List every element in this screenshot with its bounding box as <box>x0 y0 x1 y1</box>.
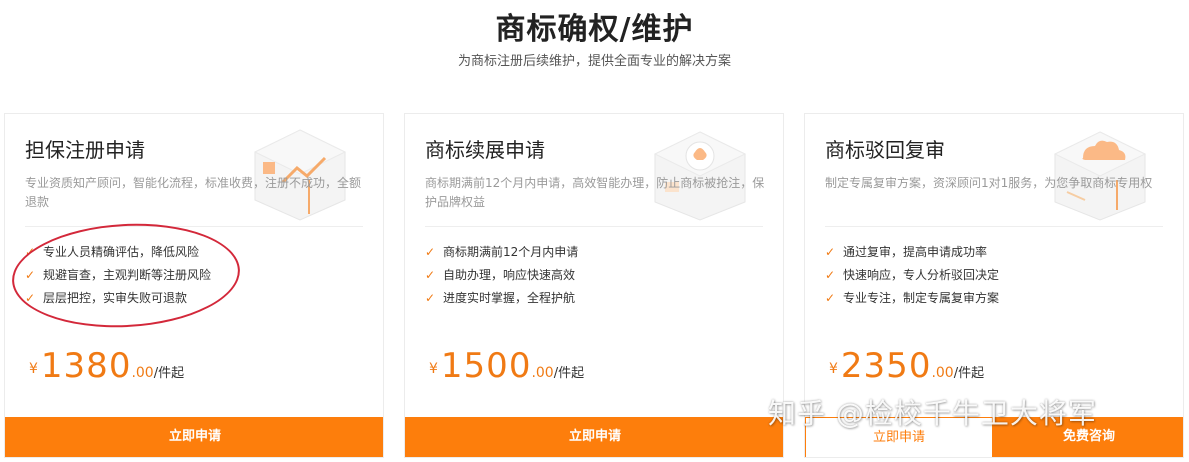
price-unit: /件起 <box>153 366 185 381</box>
feature-text: 快速响应，专人分析驳回决定 <box>843 268 1000 282</box>
feature-text: 规避盲查，主观判断等注册风险 <box>43 268 212 282</box>
price: ¥1500.00/件起 <box>429 346 584 386</box>
feature-text: 商标期满前12个月内申请 <box>443 245 579 259</box>
feature-item: ✓ 专业人员精确评估，降低风险 <box>25 241 211 264</box>
divider <box>25 226 363 227</box>
feature-item: ✓ 规避盲查，主观判断等注册风险 <box>25 264 211 287</box>
card-description: 专业资质知产顾问，智能化流程，标准收费，注册不成功，全额退款 <box>25 176 362 209</box>
check-icon: ✓ <box>425 291 436 305</box>
watermark: 知乎 @检校千牛卫大将军 <box>768 397 1097 430</box>
feature-text: 通过复审，提高申请成功率 <box>843 245 988 259</box>
divider <box>425 226 763 227</box>
card-description: 制定专属复审方案，资深顾问1对1服务，为您争取商标专用权 <box>825 176 1153 190</box>
check-icon: ✓ <box>825 245 836 259</box>
apply-button[interactable]: 立即申请 <box>405 417 783 457</box>
feature-text: 自助办理，响应快速高效 <box>443 268 576 282</box>
cloud-cube-illustration-icon <box>1053 131 1147 221</box>
feature-list: ✓ 通过复审，提高申请成功率 ✓ 快速响应，专人分析驳回决定 ✓ 专业专注，制定专属复… <box>825 241 999 310</box>
divider <box>825 226 1163 227</box>
price-currency: ¥ <box>829 361 838 377</box>
feature-item: ✓ 商标期满前12个月内申请 <box>425 241 578 264</box>
feature-item: ✓ 通过复审，提高申请成功率 <box>825 241 999 264</box>
price-currency: ¥ <box>429 361 438 377</box>
page-title: 商标确权/维护 <box>495 12 694 47</box>
check-icon: ✓ <box>825 268 836 282</box>
check-icon: ✓ <box>825 291 836 305</box>
price-integer: 1380 <box>40 346 132 386</box>
price-decimal: .00 <box>531 365 554 381</box>
price-integer: 1500 <box>440 346 532 386</box>
check-icon: ✓ <box>425 245 436 259</box>
card-title: 担保注册申请 <box>25 138 145 162</box>
feature-text: 专业专注，制定专属复审方案 <box>843 291 1000 305</box>
check-icon: ✓ <box>425 268 436 282</box>
price-integer: 2350 <box>840 346 932 386</box>
page-subtitle: 为商标注册后续维护，提供全面专业的解决方案 <box>457 54 731 69</box>
card-title: 商标驳回复审 <box>825 138 945 162</box>
price: ¥1380.00/件起 <box>29 346 184 386</box>
feature-text: 层层把控，实审失败可退款 <box>43 291 188 305</box>
service-card-renewal: 商标续展申请 商标期满前12个月内申请，高效智能办理，防止商标被抢注，保护品牌权… <box>404 113 784 458</box>
feature-item: ✓ 专业专注，制定专属复审方案 <box>825 287 999 310</box>
check-icon: ✓ <box>25 291 36 305</box>
price: ¥2350.00/件起 <box>829 346 984 386</box>
check-icon: ✓ <box>25 268 36 282</box>
feature-item: ✓ 进度实时掌握，全程护航 <box>425 287 578 310</box>
service-card-guaranteed-registration: 担保注册申请 专业资质知产顾问，智能化流程，标准收费，注册不成功，全额退款 ✓ 专… <box>4 113 384 458</box>
price-unit: /件起 <box>953 366 985 381</box>
feature-item: ✓ 层层把控，实审失败可退款 <box>25 287 211 310</box>
price-decimal: .00 <box>131 365 154 381</box>
feature-item: ✓ 自助办理，响应快速高效 <box>425 264 578 287</box>
price-unit: /件起 <box>553 366 585 381</box>
feature-list: ✓ 专业人员精确评估，降低风险 ✓ 规避盲查，主观判断等注册风险 ✓ 层层把控，实审失… <box>25 241 211 310</box>
apply-button[interactable]: 立即申请 <box>5 417 383 457</box>
card-description: 商标期满前12个月内申请，高效智能办理，防止商标被抢注，保护品牌权益 <box>425 176 765 209</box>
price-decimal: .00 <box>931 365 954 381</box>
feature-list: ✓ 商标期满前12个月内申请 ✓ 自助办理，响应快速高效 ✓ 进度实时掌握，全程护航 <box>425 241 578 310</box>
feature-item: ✓ 快速响应，专人分析驳回决定 <box>825 264 999 287</box>
check-icon: ✓ <box>25 245 36 259</box>
card-title: 商标续展申请 <box>425 138 545 162</box>
feature-text: 进度实时掌握，全程护航 <box>443 291 576 305</box>
feature-text: 专业人员精确评估，降低风险 <box>43 245 200 259</box>
price-currency: ¥ <box>29 361 38 377</box>
